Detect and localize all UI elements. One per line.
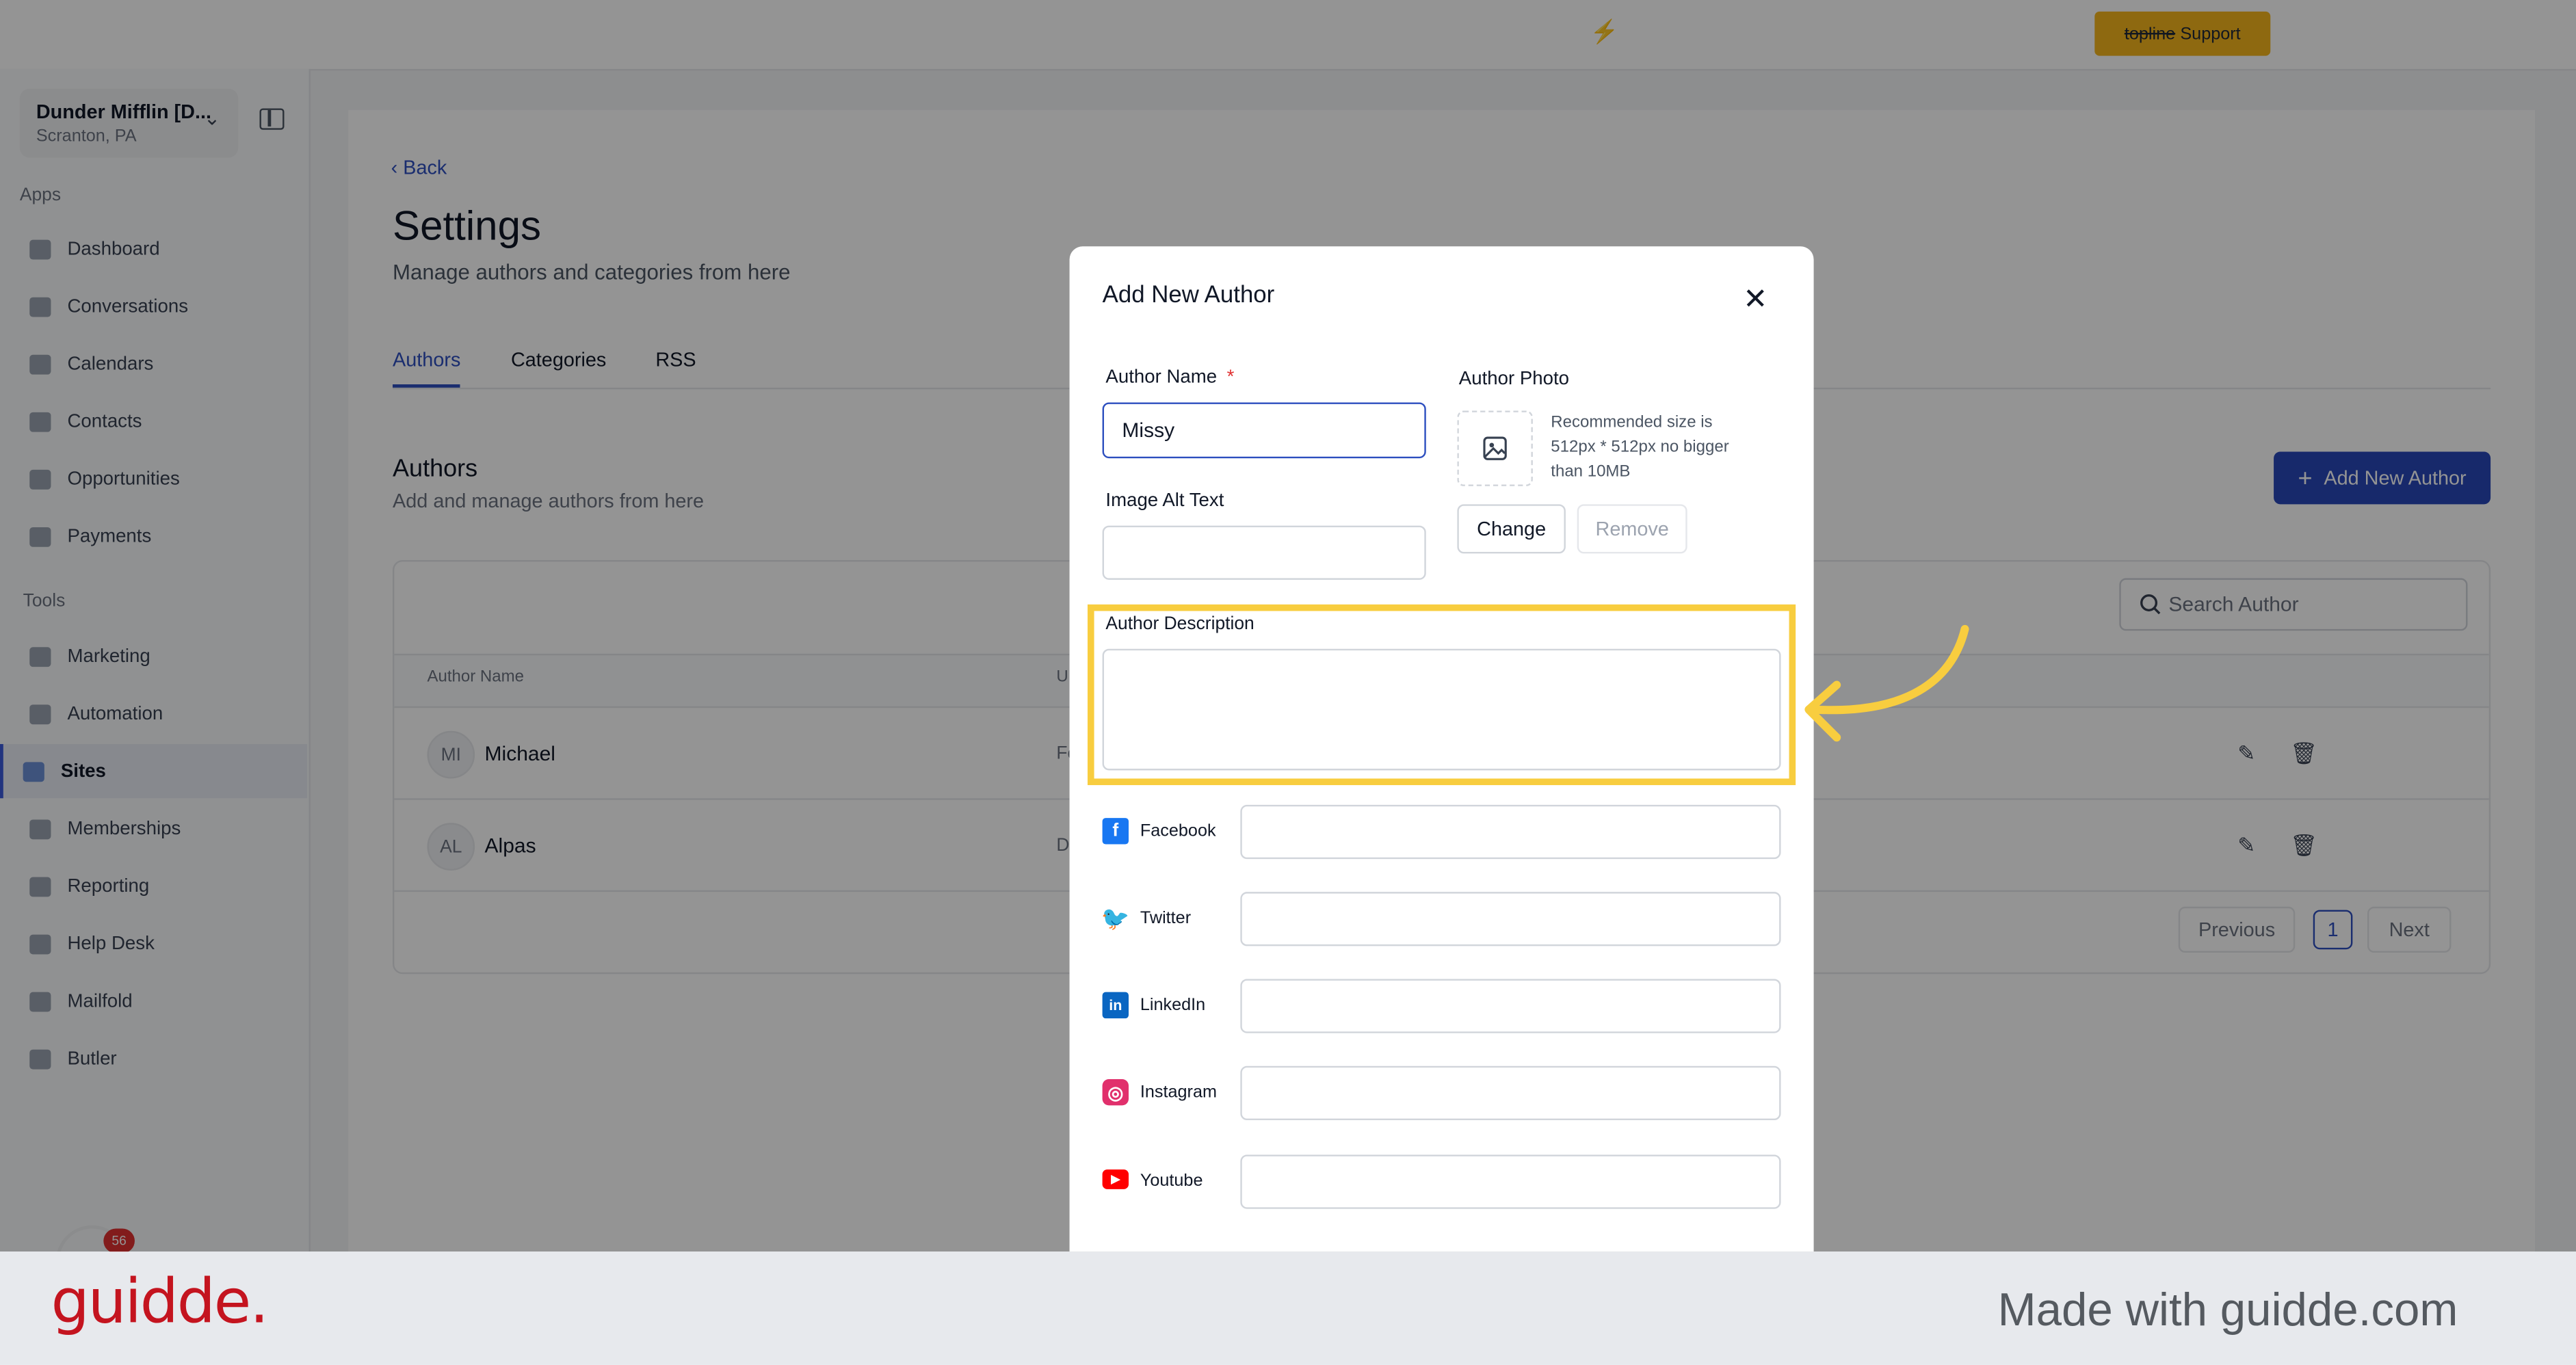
annotation-arrow <box>1804 624 1969 742</box>
image-icon <box>1483 436 1507 460</box>
image-alt-label: Image Alt Text <box>1105 491 1224 511</box>
image-alt-field[interactable] <box>1102 525 1426 580</box>
instagram-label: Instagram <box>1140 1082 1217 1102</box>
twitter-field[interactable] <box>1240 892 1781 946</box>
facebook-label: Facebook <box>1140 821 1216 841</box>
author-name-label: Author Name * <box>1105 368 1234 388</box>
linkedin-icon: in <box>1102 992 1129 1019</box>
photo-upload[interactable] <box>1457 410 1533 486</box>
guidde-logo: guidde. <box>51 1266 269 1338</box>
youtube-label: Youtube <box>1140 1171 1203 1191</box>
remove-photo-button[interactable]: Remove <box>1577 504 1687 554</box>
photo-hint: Recommended size is 512px * 512px no big… <box>1551 414 1729 481</box>
facebook-field[interactable] <box>1240 804 1781 860</box>
facebook-icon: f <box>1102 818 1129 845</box>
instagram-icon: ◎ <box>1102 1078 1129 1106</box>
modal-title: Add New Author <box>1102 282 1275 309</box>
author-photo-label: Author Photo <box>1458 369 1570 390</box>
twitter-icon: 🐦 <box>1101 904 1130 931</box>
linkedin-label: LinkedIn <box>1140 995 1206 1016</box>
linkedin-field[interactable] <box>1240 979 1781 1033</box>
author-name-field[interactable]: Missy <box>1102 402 1426 459</box>
footer-tagline: Made with guidde.com <box>1997 1284 2458 1336</box>
change-photo-button[interactable]: Change <box>1457 504 1566 554</box>
twitter-label: Twitter <box>1140 908 1192 929</box>
youtube-field[interactable] <box>1240 1154 1781 1209</box>
author-name-label-text: Author Name <box>1105 368 1218 388</box>
youtube-icon: ▶ <box>1102 1169 1129 1189</box>
close-icon[interactable]: ✕ <box>1743 282 1767 317</box>
required-marker: * <box>1226 368 1235 388</box>
instagram-field[interactable] <box>1240 1065 1781 1121</box>
highlight-box <box>1087 604 1796 786</box>
author-name-value: Missy <box>1122 419 1175 442</box>
